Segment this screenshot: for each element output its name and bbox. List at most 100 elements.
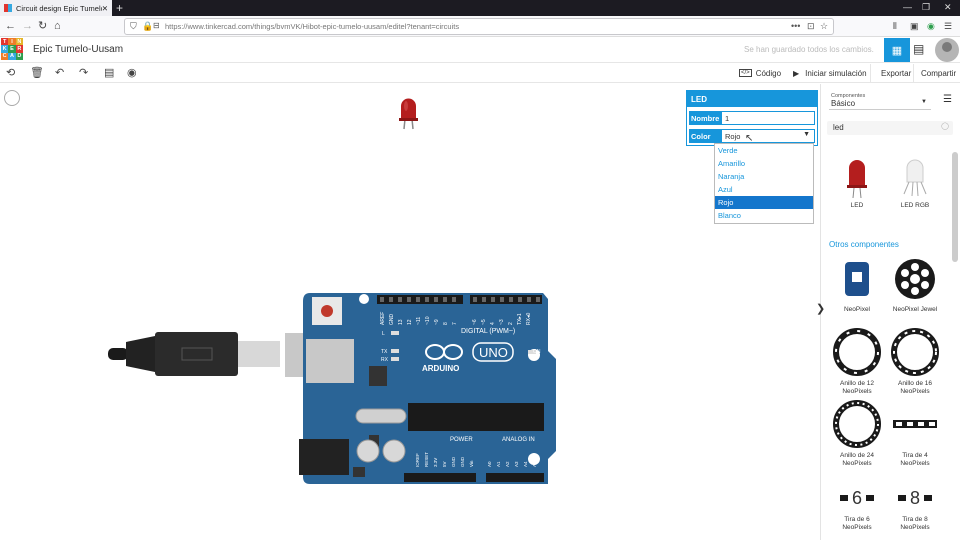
bookmark-icon[interactable]: ☆	[820, 21, 828, 32]
url-text[interactable]: https://www.tinkercad.com/things/bvmVK/H…	[165, 22, 459, 31]
home-icon[interactable]: ⌂	[54, 19, 61, 33]
chevron-down-icon: ▼	[921, 99, 927, 105]
name-input[interactable]: 1	[721, 111, 815, 125]
browser-tab[interactable]: Circuit design Epic Tumelo-Uus ✕	[0, 0, 112, 16]
led-icon	[847, 160, 867, 199]
power-pin-label: Vin	[469, 460, 474, 467]
neopixel-ring-12-icon	[833, 328, 881, 376]
strip-digit: 8	[909, 487, 920, 508]
inspector-title: LED	[687, 91, 817, 107]
share-button[interactable]: Compartir	[913, 64, 960, 82]
start-simulation-button[interactable]: ▶ Iniciar simulación	[793, 64, 867, 82]
collapse-sidebar-icon[interactable]: ❯	[816, 302, 826, 322]
pin-header	[486, 473, 544, 482]
model-label: UNO	[479, 345, 508, 360]
arduino-board[interactable]: DIGITAL (PWM~) ARDUINO UNO L TX RX ON AR…	[298, 291, 558, 486]
permissions-icon[interactable]: ⊟	[153, 21, 160, 30]
component-strip-8[interactable]: 8 Tira de 8 NeoPixels	[889, 482, 941, 532]
shield-icon[interactable]: ⛉	[130, 21, 137, 32]
schematic-view-icon[interactable]: ▤	[913, 42, 924, 56]
name-row: Nombre 1	[689, 111, 815, 125]
avatar[interactable]	[935, 38, 959, 62]
maximize-icon[interactable]: ❐	[922, 2, 930, 13]
component-led[interactable]: LED	[831, 156, 883, 210]
redo-icon[interactable]: ↷	[79, 66, 88, 80]
digital-pin-label: 7	[452, 322, 458, 325]
logo-cell: I	[8, 38, 16, 46]
digital-pin-label: ~3	[499, 319, 505, 325]
category-value: Básico	[831, 99, 856, 108]
play-icon: ▶	[793, 68, 800, 78]
color-option[interactable]: Naranja	[715, 170, 813, 183]
component-neopixel-jewel[interactable]: NeoPixel Jewel	[889, 258, 941, 314]
component-strip-6[interactable]: 6 Tira de 6 NeoPixels	[831, 482, 883, 532]
color-option[interactable]: Verde	[715, 144, 813, 157]
color-option[interactable]: Blanco	[715, 209, 813, 222]
back-icon[interactable]: ←	[5, 19, 16, 33]
logo-cell: T	[1, 38, 9, 46]
editor-toolbar: ⟲ 🗑 ↶ ↷ ▤ ◉ </> Código ▶ Iniciar simulac…	[0, 63, 960, 83]
color-option[interactable]: Amarillo	[715, 157, 813, 170]
component-strip-4[interactable]: Tira de 4 NeoPixels	[889, 400, 941, 468]
tx-led-label: TX	[381, 349, 388, 355]
digital-pin-label: TX▸1	[517, 313, 523, 325]
category-select[interactable]: Básico ▼	[829, 98, 931, 110]
url-bar[interactable]: ⛉ 🔒 ⊟ https://www.tinkercad.com/things/b…	[124, 18, 834, 35]
minimize-icon[interactable]: ―	[903, 2, 912, 12]
power-pin-label: GND	[460, 456, 465, 467]
power-pin-label: 3.3V	[433, 458, 438, 467]
microcontroller-chip	[408, 403, 544, 431]
analog-pin-label: A0	[487, 461, 492, 467]
led-component[interactable]	[399, 98, 418, 130]
tab-close-icon[interactable]: ✕	[102, 4, 108, 13]
menu-icon[interactable]: ☰	[944, 19, 952, 33]
circuit-canvas[interactable]: DIGITAL (PWM~) ARDUINO UNO L TX RX ON AR…	[0, 84, 820, 540]
forward-icon[interactable]: →	[22, 19, 33, 33]
digital-pin-label: ~9	[434, 319, 440, 325]
on-label: ON	[533, 349, 541, 355]
component-label: Tira de 4 NeoPixels	[900, 452, 930, 467]
sidebar-scrollbar[interactable]	[952, 152, 958, 262]
visibility-icon[interactable]: ◉	[127, 66, 137, 80]
extension-icon[interactable]: ◉	[927, 19, 935, 33]
app-header: T I N K E R C A D Epic Tumelo-Uusam Se h…	[0, 37, 960, 63]
undo-icon[interactable]: ↶	[55, 66, 64, 80]
page-actions-icon[interactable]: •••	[791, 21, 800, 31]
color-select[interactable]: Rojo ▼	[721, 129, 815, 143]
color-option-selected[interactable]: Rojo	[715, 196, 813, 209]
reload-icon[interactable]: ↻	[38, 19, 47, 33]
digital-pin-label: 4	[490, 322, 496, 325]
project-name[interactable]: Epic Tumelo-Uusam	[33, 44, 123, 55]
library-icon[interactable]: ⫴	[893, 19, 897, 33]
component-ring-24[interactable]: Anillo de 24 NeoPixels	[831, 400, 883, 468]
component-neopixel[interactable]: NeoPixel	[831, 258, 883, 314]
search-value: led	[833, 123, 844, 132]
component-label: Anillo de 12 NeoPixels	[840, 380, 874, 395]
circuit-view-button[interactable]: ▦	[884, 38, 910, 62]
list-view-icon[interactable]: ☰	[943, 94, 952, 105]
search-input[interactable]: led ◯	[827, 121, 953, 135]
code-icon: </>	[739, 69, 752, 77]
neopixel-ring-24-icon	[833, 400, 881, 448]
pocket-icon[interactable]: ⊡	[807, 21, 815, 32]
component-ring-12[interactable]: Anillo de 12 NeoPixels	[831, 328, 883, 396]
component-label: Tira de 6 NeoPixels	[842, 516, 872, 531]
close-window-icon[interactable]: ✕	[944, 2, 952, 13]
sidebar-icon[interactable]: ▣	[910, 19, 919, 33]
export-label: Exportar	[881, 68, 912, 78]
capacitor	[382, 439, 406, 463]
color-option[interactable]: Azul	[715, 183, 813, 196]
pin-header	[404, 473, 476, 482]
new-tab-button[interactable]: +	[116, 1, 123, 15]
led-rgb-icon	[903, 159, 927, 197]
component-led-rgb[interactable]: LED RGB	[889, 156, 941, 210]
tinkercad-logo[interactable]: T I N K E R C A D	[1, 38, 23, 60]
neopixel-ring-16-icon	[891, 328, 939, 376]
delete-icon[interactable]: 🗑	[30, 66, 44, 80]
notes-icon[interactable]: ▤	[104, 66, 114, 80]
name-label: Nombre	[689, 111, 721, 125]
component-ring-16[interactable]: Anillo de 16 NeoPixels	[889, 328, 941, 396]
rotate-icon[interactable]: ⟲	[6, 66, 15, 80]
code-button[interactable]: </> Código	[739, 64, 781, 82]
chevron-down-icon: ▼	[803, 131, 810, 138]
